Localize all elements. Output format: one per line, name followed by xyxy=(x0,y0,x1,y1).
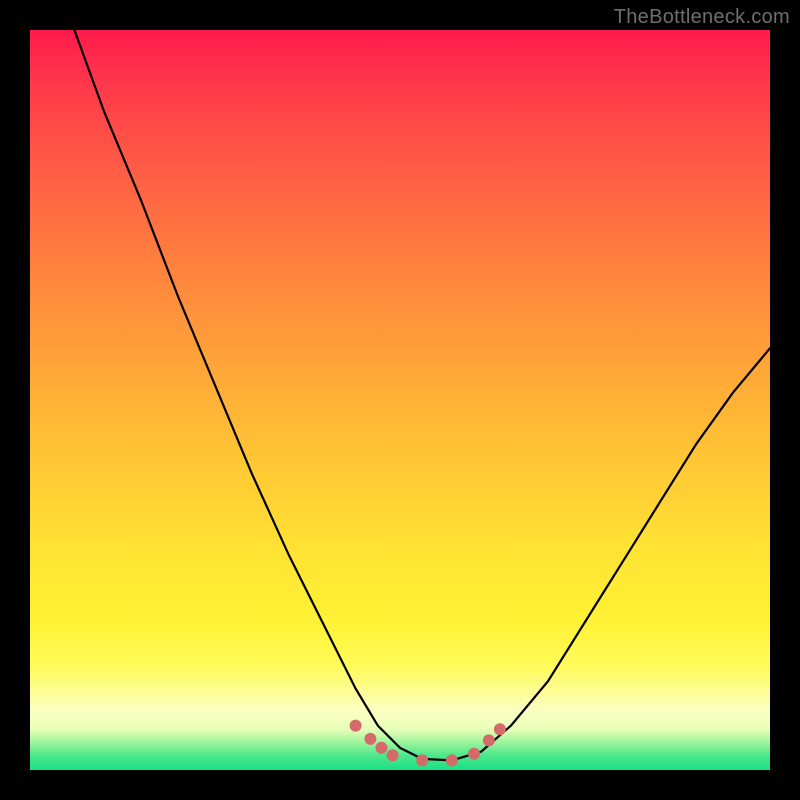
trough-marker-group xyxy=(350,720,506,767)
curve-layer xyxy=(30,30,770,770)
trough-marker xyxy=(387,749,399,761)
trough-marker xyxy=(350,720,362,732)
trough-marker xyxy=(468,748,480,760)
trough-marker xyxy=(416,754,428,766)
left-branch-line xyxy=(74,30,451,760)
chart-stage: TheBottleneck.com xyxy=(0,0,800,800)
trough-marker xyxy=(494,723,506,735)
trough-marker xyxy=(376,742,388,754)
trough-marker xyxy=(483,734,495,746)
watermark-label: TheBottleneck.com xyxy=(614,6,790,29)
trough-marker xyxy=(446,754,458,766)
trough-marker xyxy=(364,733,376,745)
plot-area xyxy=(30,30,770,770)
right-branch-line xyxy=(452,348,770,760)
